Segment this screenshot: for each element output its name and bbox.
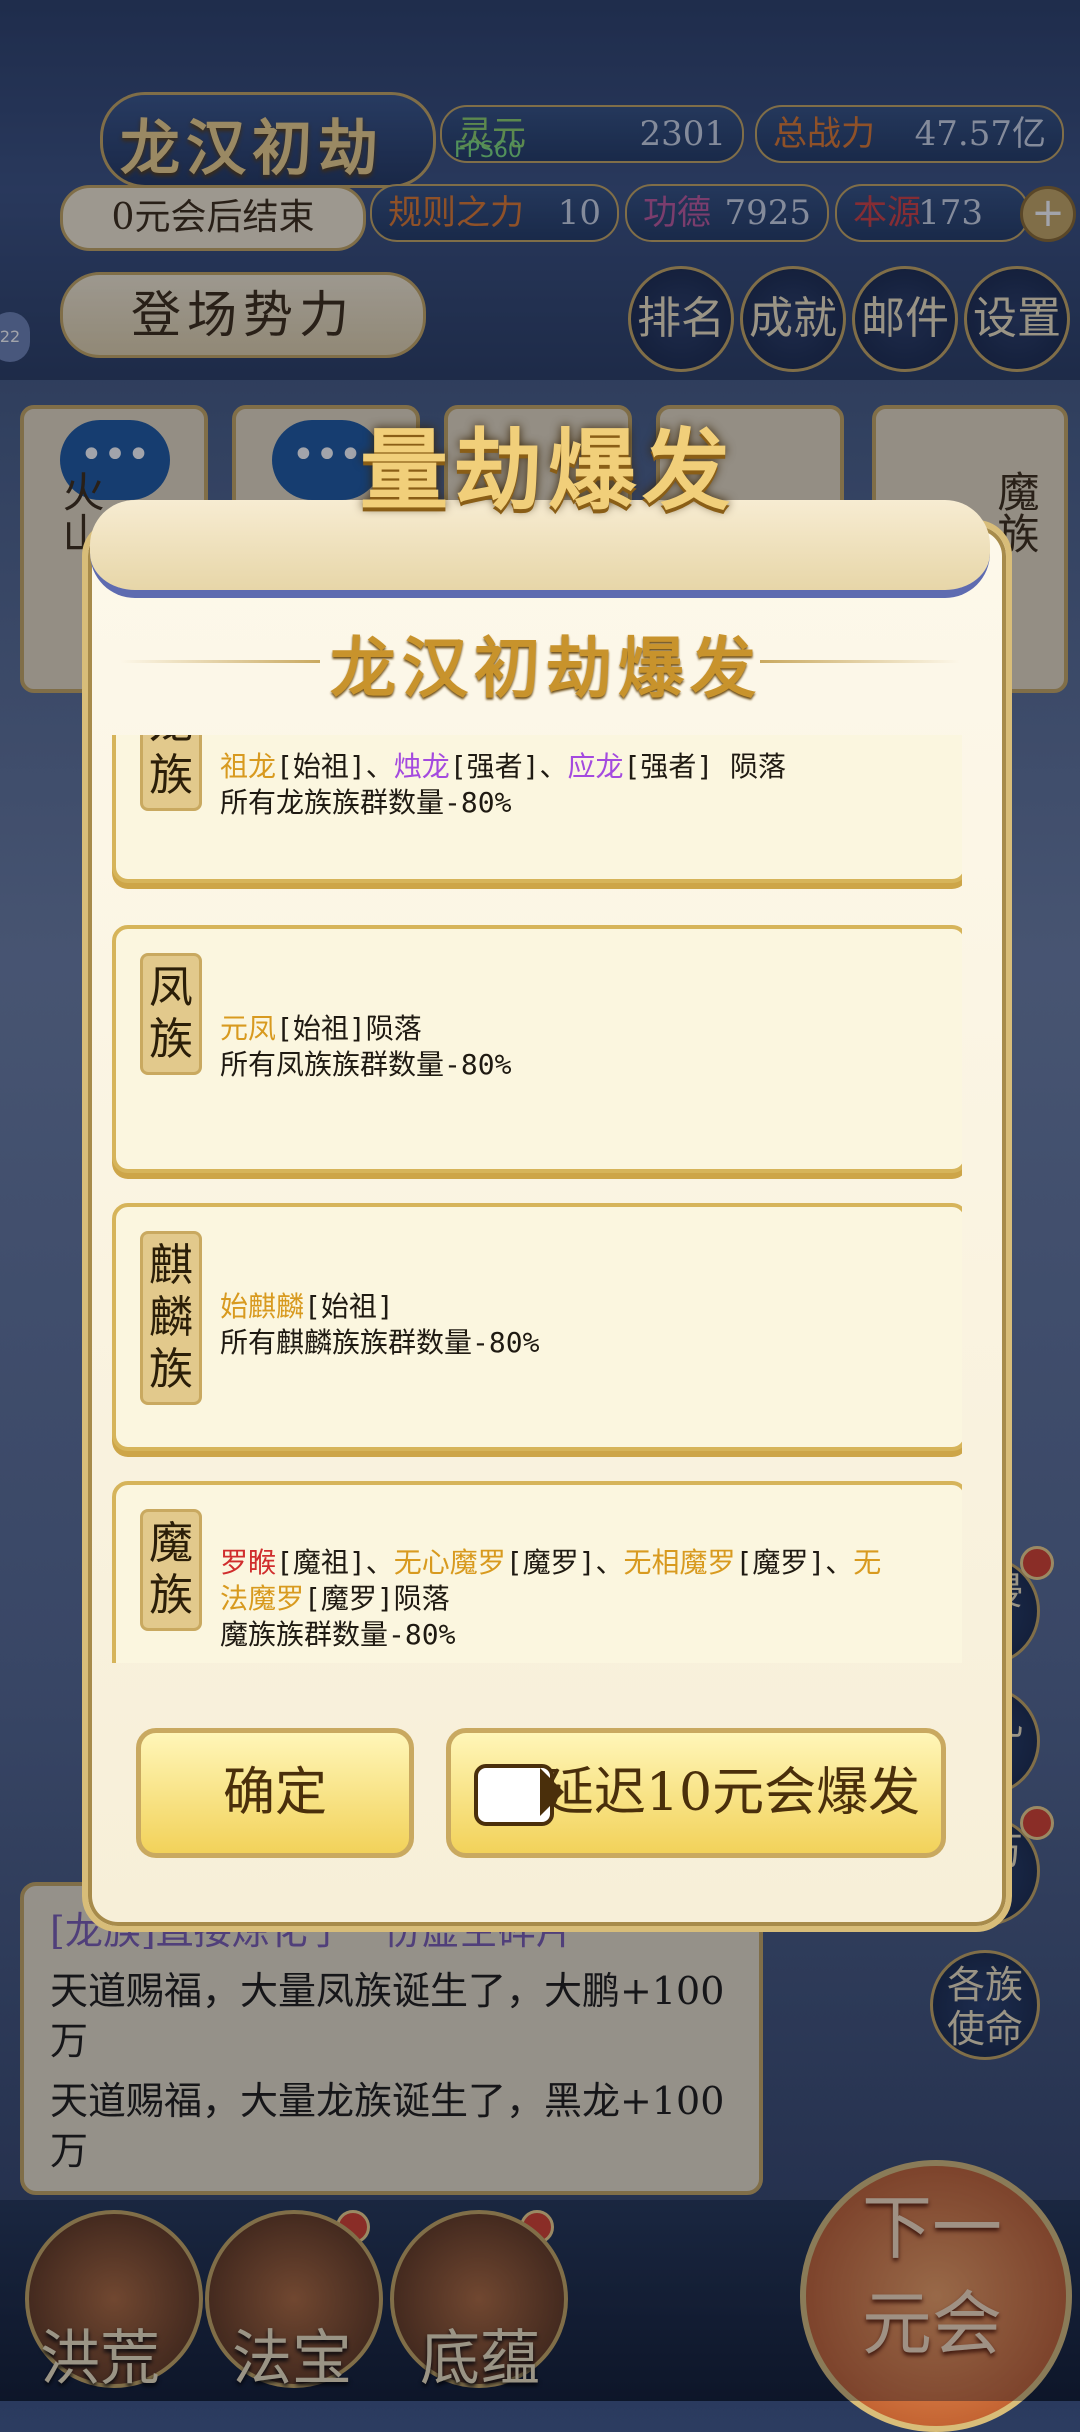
card-text-segment: [始祖]陨落	[276, 1012, 422, 1045]
title-ornament-left	[120, 660, 320, 663]
card-tab-label: 龙族	[140, 735, 202, 811]
card-text-segment: [魔罗]陨落	[304, 1582, 450, 1615]
modal-headline: 量劫爆发	[360, 418, 737, 522]
card-text-segment: [魔罗]、	[505, 1546, 624, 1579]
card-line1: 元凤[始祖]陨落	[220, 1011, 422, 1047]
card-text-segment: [强者]、	[449, 750, 568, 783]
card-text-segment: 无相魔罗	[623, 1546, 736, 1579]
card-text-segment: 罗睺	[220, 1546, 277, 1579]
card-text-segment: 无	[853, 1546, 882, 1579]
card-line1b: 法魔罗[魔罗]陨落	[220, 1581, 450, 1617]
card-text-segment: 无心魔罗	[393, 1546, 506, 1579]
card-line2: 所有凤族族群数量-80%	[220, 1048, 512, 1081]
card-line1: 始麒麟[始祖]	[220, 1289, 394, 1325]
calamity-card-dragon: 龙族 祖龙[始祖]、烛龙[强者]、应龙[强者] 陨落 所有龙族族群数量-80%	[112, 735, 962, 883]
card-text-segment: 法魔罗	[220, 1582, 305, 1615]
card-text-segment: [始祖]	[304, 1290, 394, 1323]
card-line1: 祖龙[始祖]、烛龙[强者]、应龙[强者] 陨落	[220, 749, 786, 785]
calamity-card-list[interactable]: 龙族 祖龙[始祖]、烛龙[强者]、应龙[强者] 陨落 所有龙族族群数量-80% …	[112, 735, 962, 1663]
card-tab-label: 魔族	[140, 1509, 202, 1631]
card-text-segment: 烛龙	[393, 750, 450, 783]
card-line2: 所有龙族族群数量-80%	[220, 786, 512, 819]
card-text-segment: 始麒麟	[220, 1290, 305, 1323]
card-text-segment: [魔祖]、	[276, 1546, 394, 1579]
calamity-card-phoenix: 凤族 元凤[始祖]陨落 所有凤族族群数量-80%	[112, 925, 962, 1173]
card-line2: 所有麒麟族族群数量-80%	[220, 1326, 540, 1359]
title-ornament-right	[760, 660, 960, 663]
card-line1: 罗睺[魔祖]、无心魔罗[魔罗]、无相魔罗[魔罗]、无	[220, 1545, 881, 1581]
card-text-segment: [始祖]、	[276, 750, 394, 783]
video-play-icon	[540, 1768, 564, 1816]
card-text-segment: [魔罗]、	[735, 1546, 854, 1579]
card-line2: 魔族族群数量-80%	[220, 1618, 456, 1651]
confirm-button[interactable]: 确定	[136, 1728, 414, 1858]
card-text-segment: [强者] 陨落	[623, 750, 787, 783]
modal-title: 龙汉初劫爆发	[330, 629, 762, 707]
calamity-card-qilin: 麒麟族 始麒麟[始祖] 所有麒麟族族群数量-80%	[112, 1203, 962, 1451]
card-text-segment: 元凤	[220, 1012, 277, 1045]
card-text-segment: 祖龙	[220, 750, 277, 783]
card-tab-label: 凤族	[140, 953, 202, 1075]
card-text-segment: 应龙	[567, 750, 624, 783]
card-tab-label: 麒麟族	[140, 1231, 202, 1405]
calamity-card-demon: 魔族 罗睺[魔祖]、无心魔罗[魔罗]、无相魔罗[魔罗]、无 法魔罗[魔罗]陨落 …	[112, 1481, 962, 1663]
